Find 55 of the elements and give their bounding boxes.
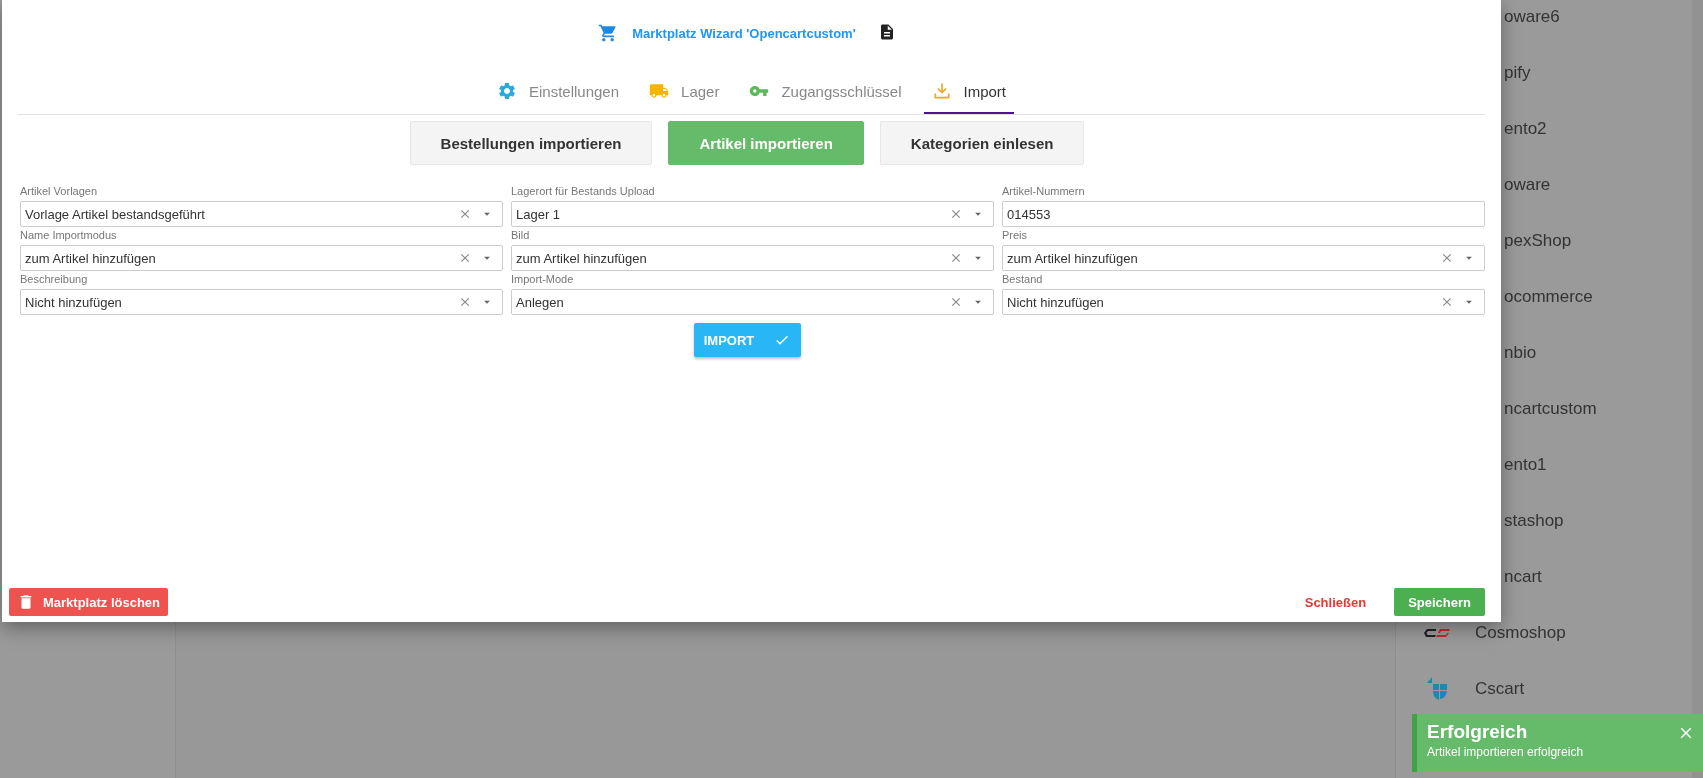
marketplace-item[interactable]: oware6 [1504,7,1560,27]
dialog-title: Marktplatz Wizard 'Opencartcustom' [632,25,856,43]
select-field[interactable]: zum Artikel hinzufügen [511,245,994,271]
select-field[interactable]: Vorlage Artikel bestandsgeführt [20,201,503,227]
toast-message: Artikel importieren erfolgreich [1427,744,1584,760]
marketplace-item[interactable]: oware [1504,175,1551,195]
logo-icon [1424,629,1450,637]
marketplace-item[interactable]: Cosmoshop [1475,623,1566,643]
marketplace-item[interactable]: Cscart [1475,679,1525,699]
field-label: Bild [511,229,530,242]
logo-icon [1425,677,1449,701]
tab[interactable]: Lager [641,70,728,114]
field-label: Beschreibung [20,273,88,286]
gear-icon [496,81,517,101]
clear-icon[interactable] [949,207,963,221]
action-button[interactable]: Bestellungen importieren [409,121,653,165]
select-field[interactable]: zum Artikel hinzufügen [1002,245,1485,271]
select-field[interactable]: zum Artikel hinzufügen [20,245,503,271]
clear-icon[interactable] [949,295,963,309]
field-label: Import-Mode [511,273,574,286]
marketplace-item[interactable]: ento2 [1504,119,1547,139]
tab[interactable]: Einstellungen [488,70,628,114]
toast-title: Erfolgreich [1427,720,1528,744]
marketplace-item[interactable]: ncart [1504,567,1542,587]
clear-icon[interactable] [458,251,472,265]
clear-icon[interactable] [1440,295,1454,309]
select-field[interactable]: Nicht hinzufügen [20,289,503,315]
field-label: Bestand [1002,273,1043,286]
input-field[interactable]: 014553 [1002,201,1485,227]
clear-icon[interactable] [949,251,963,265]
select-field[interactable]: Anlegen [511,289,994,315]
marketplace-item[interactable]: pexShop [1504,231,1572,251]
field-label: Artikel-Nummern [1002,185,1085,198]
marketplace-item[interactable]: ncartcustom [1504,399,1597,419]
tab[interactable]: Import [923,70,1014,114]
action-button[interactable]: Artikel importieren [668,121,864,165]
marketplace-item[interactable]: nbio [1504,343,1537,363]
field-label: Lagerort für Bestands Upload [511,185,655,198]
marketplace-item[interactable]: ento1 [1504,455,1547,475]
clear-icon[interactable] [1440,251,1454,265]
select-field[interactable]: Nicht hinzufügen [1002,289,1485,315]
clear-icon[interactable] [458,207,472,221]
clear-icon[interactable] [458,295,472,309]
field-label: Artikel Vorlagen [20,185,98,198]
marketplace-item[interactable]: ocommerce [1504,287,1593,307]
delete-button[interactable]: Marktplatz löschen [9,588,169,616]
marketplace-item[interactable]: pify [1504,63,1531,83]
save-button[interactable]: Speichern [1394,588,1485,616]
field-label: Preis [1002,229,1028,242]
field-label: Name Importmodus [20,229,117,242]
marketplace-item[interactable]: stashop [1504,511,1564,531]
tab[interactable]: Zugangsschlüssel [741,70,910,114]
select-field[interactable]: Lager 1 [511,201,994,227]
close-button[interactable]: Schließen [1296,588,1375,616]
action-button[interactable]: Kategorien einlesen [879,121,1085,165]
